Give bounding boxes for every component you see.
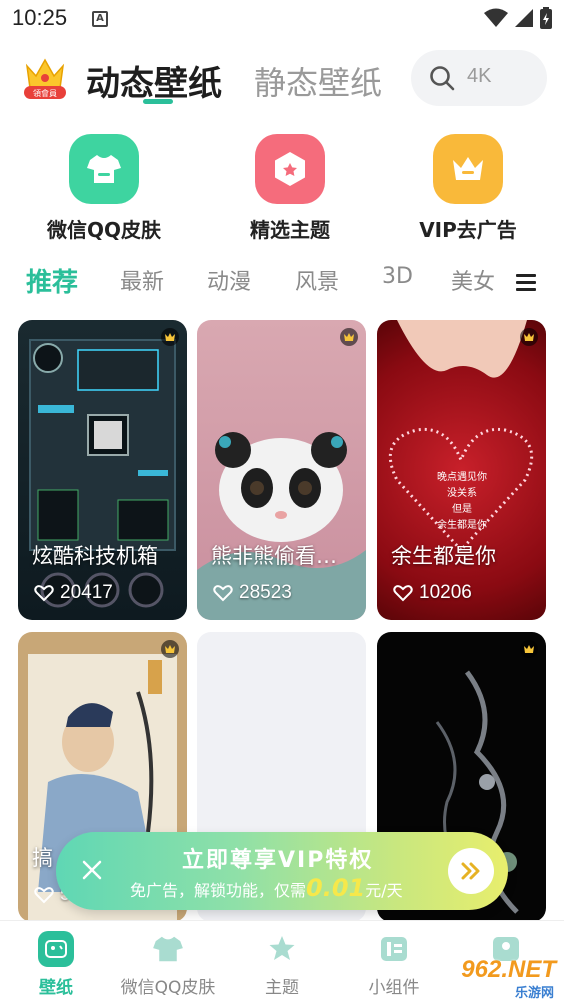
wallpaper-card[interactable]: 熊非熊偷看… 28523	[197, 320, 366, 620]
tab-static-wallpaper[interactable]: 静态壁纸	[254, 58, 382, 104]
nav-label: 主题	[265, 978, 299, 998]
quick-entries: 微信QQ皮肤 精选主题 VIP去广告	[0, 134, 564, 246]
heart-icon	[34, 585, 54, 602]
watermark-brand: 962.NET	[461, 956, 556, 983]
card-title: 余生都是你	[391, 544, 496, 568]
nav-item-theme[interactable]: 主题	[226, 931, 338, 998]
vip-crown-icon	[161, 328, 179, 346]
banner-sub-suffix: 元/天	[365, 881, 403, 900]
theme-hexagon-icon	[255, 134, 325, 204]
notification-icon: A	[92, 11, 108, 27]
heart-text-line: 晚点遇见你	[437, 472, 487, 483]
heart-icon	[213, 585, 233, 602]
like-count-value: 10206	[419, 582, 472, 603]
category-tabs: 推荐 最新 动漫 风景 3D 美女	[0, 262, 564, 306]
vip-badge-label: 領會員	[33, 89, 57, 98]
banner-subtitle: 免广告，解锁功能，仅需0.01元/天	[130, 874, 403, 902]
wallpaper-card[interactable]: 晚点遇见你 没关系 但是 余生都是你 余生都是你 10206	[377, 320, 546, 620]
vip-promo-banner[interactable]: 立即尊享VIP特权 免广告，解锁功能，仅需0.01元/天	[56, 832, 508, 910]
like-count[interactable]: 10206	[393, 582, 472, 604]
banner-price: 0.01	[306, 874, 366, 902]
site-watermark: 962.NET 乐游网	[424, 954, 560, 1001]
search-icon	[430, 66, 455, 91]
like-count[interactable]: 20417	[34, 582, 113, 604]
banner-sub-prefix: 免广告，解锁功能，仅需	[130, 881, 307, 900]
watermark-sub: 乐游网	[514, 986, 554, 1001]
card-title: 熊非熊偷看…	[211, 544, 337, 568]
vip-crown-icon	[520, 328, 538, 346]
nav-label: 壁纸	[39, 978, 73, 998]
category-tab-latest[interactable]: 最新	[120, 264, 164, 296]
quick-entry-wechat-qq-skin[interactable]: 微信QQ皮肤	[24, 134, 184, 243]
tshirt-icon	[150, 931, 186, 967]
system-icons	[484, 7, 552, 29]
category-tab-scenery[interactable]: 风景	[295, 264, 339, 296]
vip-crown-icon	[340, 328, 358, 346]
quick-entry-featured-theme[interactable]: 精选主题	[210, 134, 370, 243]
category-tab-3d[interactable]: 3D	[382, 264, 413, 289]
close-icon[interactable]	[78, 856, 106, 888]
like-count-value: 28523	[239, 582, 292, 603]
category-menu-icon[interactable]	[516, 274, 536, 295]
category-tab-anime[interactable]: 动漫	[207, 264, 251, 296]
heart-text-line: 没关系	[447, 488, 477, 499]
crown-icon	[433, 134, 503, 204]
battery-icon	[540, 7, 552, 29]
status-bar: 10:25 A	[0, 0, 564, 38]
cell-signal-icon	[515, 9, 533, 27]
wifi-icon	[484, 8, 508, 27]
top-header: 領會員 动态壁纸 静态壁纸 4K	[0, 46, 564, 114]
theme-icon	[264, 931, 300, 967]
card-thumbnail	[29, 339, 176, 608]
like-count-value: 20417	[60, 582, 113, 603]
wallpaper-icon	[38, 931, 74, 967]
search-placeholder: 4K	[467, 65, 492, 87]
category-tab-recommended[interactable]: 推荐	[26, 262, 78, 299]
card-thumbnail	[197, 432, 366, 620]
heart-icon	[393, 585, 413, 602]
vip-member-badge[interactable]: 領會員	[22, 54, 68, 100]
quick-entry-vip-no-ads[interactable]: VIP去广告	[388, 134, 548, 243]
nav-item-wechat-qq-skin[interactable]: 微信QQ皮肤	[112, 931, 224, 998]
nav-item-wallpaper[interactable]: 壁纸	[0, 931, 112, 998]
heart-icon	[34, 887, 54, 904]
wallpaper-card[interactable]: 炫酷科技机箱 20417	[18, 320, 187, 620]
widget-icon	[376, 931, 412, 967]
card-title: 炫酷科技机箱	[32, 544, 158, 568]
banner-title: 立即尊享VIP特权	[182, 848, 374, 873]
like-count[interactable]: 28523	[213, 582, 292, 604]
search-input[interactable]: 4K	[411, 50, 547, 106]
tab-dynamic-wallpaper[interactable]: 动态壁纸	[86, 56, 222, 105]
nav-label: 微信QQ皮肤	[120, 978, 216, 998]
heart-card-text: 晚点遇见你 没关系 但是 余生都是你	[407, 470, 517, 534]
heart-text-line: 但是	[452, 504, 472, 515]
quick-entry-label: 微信QQ皮肤	[46, 218, 161, 242]
card-title: 搞	[32, 846, 53, 870]
active-tab-indicator	[143, 99, 173, 104]
heart-text-line: 余生都是你	[437, 520, 487, 531]
vip-crown-icon	[520, 640, 538, 658]
quick-entry-label: 精选主题	[250, 218, 330, 242]
tshirt-icon	[69, 134, 139, 204]
vip-crown-icon	[161, 640, 179, 658]
quick-entry-label: VIP去广告	[419, 218, 517, 242]
status-time: 10:25	[12, 5, 68, 30]
category-tab-beauty[interactable]: 美女	[451, 264, 495, 296]
double-arrow-icon[interactable]	[448, 848, 494, 894]
